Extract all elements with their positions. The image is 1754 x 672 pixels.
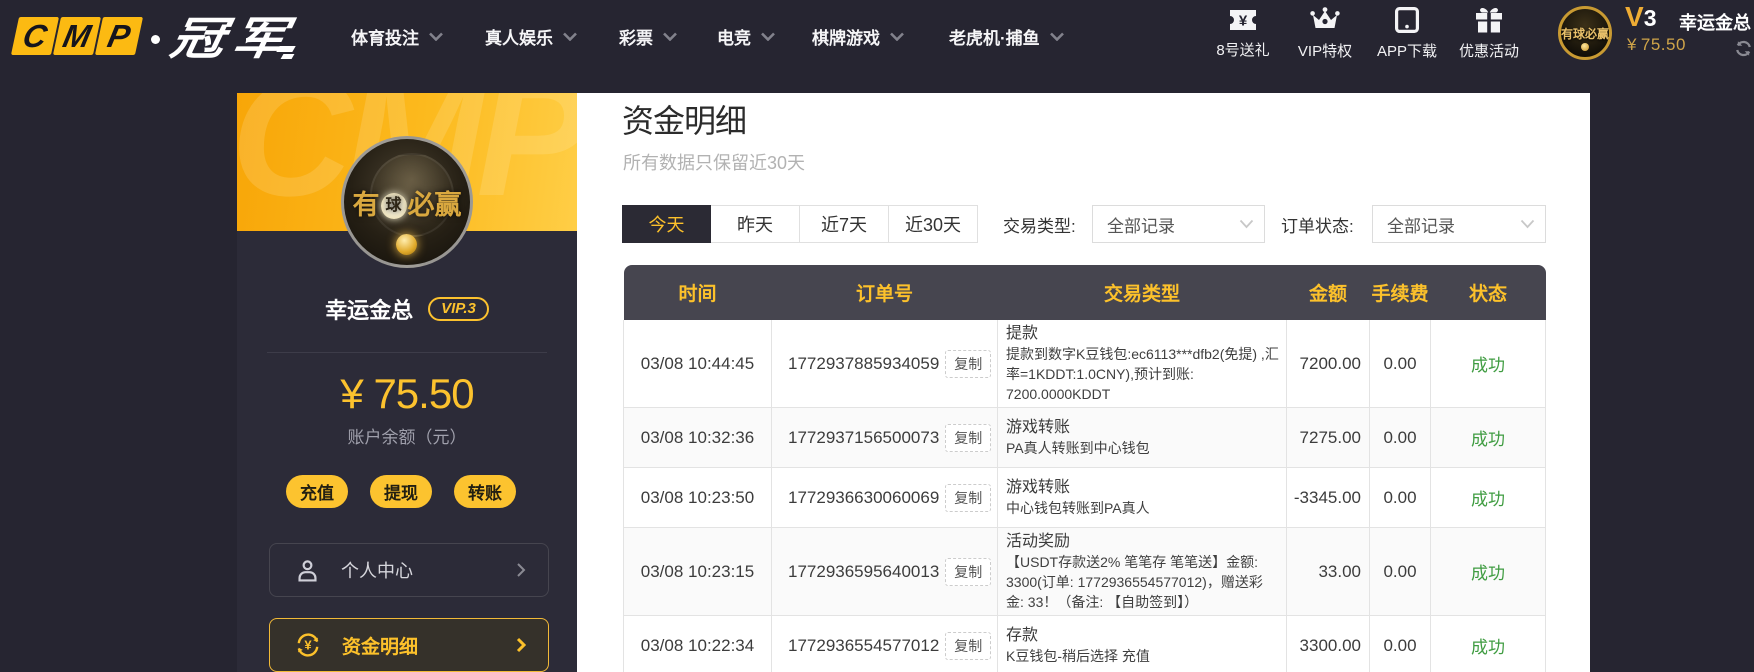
svg-text:¥: ¥ [1239, 13, 1248, 30]
svg-text:¥: ¥ [304, 638, 312, 653]
